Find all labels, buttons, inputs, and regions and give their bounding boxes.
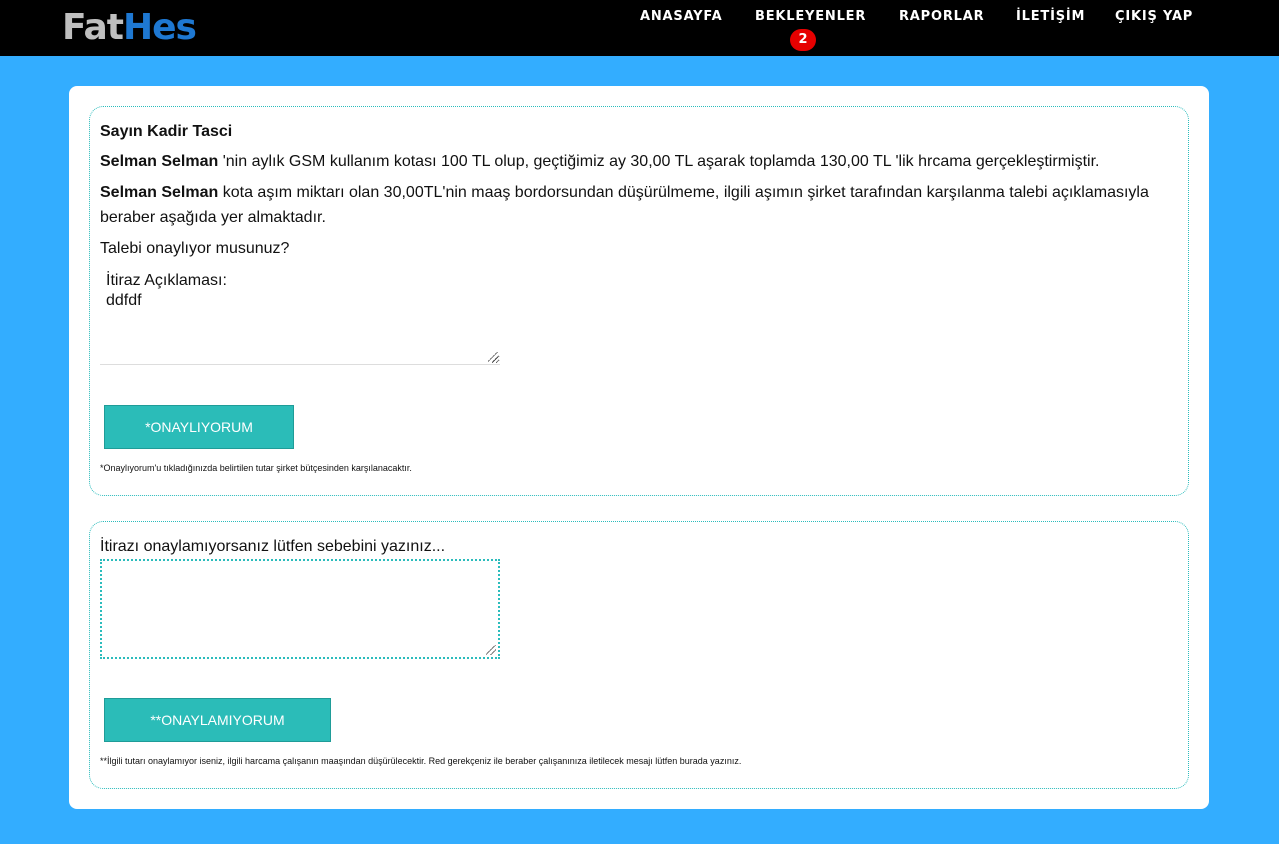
objection-explanation-box[interactable]: İtiraz Açıklaması: ddfdf bbox=[100, 259, 500, 365]
resize-grip-icon[interactable] bbox=[486, 645, 496, 655]
nav-cikis-yap[interactable]: ÇIKIŞ YAP bbox=[1115, 9, 1193, 24]
approve-note: *Onaylıyorum'u tıkladığınızda belirtilen… bbox=[100, 463, 412, 473]
rejection-reason-input[interactable] bbox=[100, 559, 500, 659]
approve-button[interactable]: *ONAYLIYORUM (EVET) bbox=[104, 405, 294, 477]
request-description-detail: kota aşım miktarı olan 30,00TL'nin maaş … bbox=[100, 184, 1149, 226]
rejection-panel: İtirazı onaylamıyorsanız lütfen sebebini… bbox=[89, 521, 1189, 789]
main-card: Sayın Kadir Tasci Selman Selman 'nin ayl… bbox=[69, 86, 1209, 809]
usage-summary-detail: 'nin aylık GSM kullanım kotası 100 TL ol… bbox=[218, 153, 1100, 170]
pending-count-badge[interactable]: 2 bbox=[790, 29, 816, 51]
objection-label: İtiraz Açıklaması: bbox=[106, 272, 227, 289]
employee-name: Selman Selman bbox=[100, 153, 219, 170]
approval-panel: Sayın Kadir Tasci Selman Selman 'nin ayl… bbox=[89, 106, 1189, 496]
top-navbar: FatHes ANASAYFA BEKLEYENLER RAPORLAR İLE… bbox=[0, 0, 1279, 56]
request-description-text: Selman Selman kota aşım miktarı olan 30,… bbox=[100, 180, 1168, 230]
resize-grip-icon[interactable] bbox=[488, 352, 498, 362]
objection-text: ddfdf bbox=[106, 292, 142, 309]
reject-button[interactable]: **ONAYLAMIYORUM (HAYIR) bbox=[104, 698, 331, 770]
greeting-text: Sayın Kadir Tasci bbox=[100, 123, 233, 140]
nav-raporlar[interactable]: RAPORLAR bbox=[899, 9, 984, 24]
usage-summary-text: Selman Selman 'nin aylık GSM kullanım ko… bbox=[100, 149, 1168, 174]
main-nav: ANASAYFA BEKLEYENLER RAPORLAR İLETİŞİM Ç… bbox=[0, 0, 1279, 56]
nav-anasayfa[interactable]: ANASAYFA bbox=[640, 9, 722, 24]
reject-note: **İlgili tutarı onaylamıyor iseniz, ilgi… bbox=[100, 756, 742, 766]
nav-bekleyenler[interactable]: BEKLEYENLER bbox=[755, 9, 866, 24]
employee-name: Selman Selman bbox=[100, 184, 219, 201]
rejection-reason-label: İtirazı onaylamıyorsanız lütfen sebebini… bbox=[100, 538, 446, 555]
nav-iletisim[interactable]: İLETİŞİM bbox=[1016, 9, 1085, 24]
approval-question: Talebi onaylıyor musunuz? bbox=[100, 240, 290, 257]
